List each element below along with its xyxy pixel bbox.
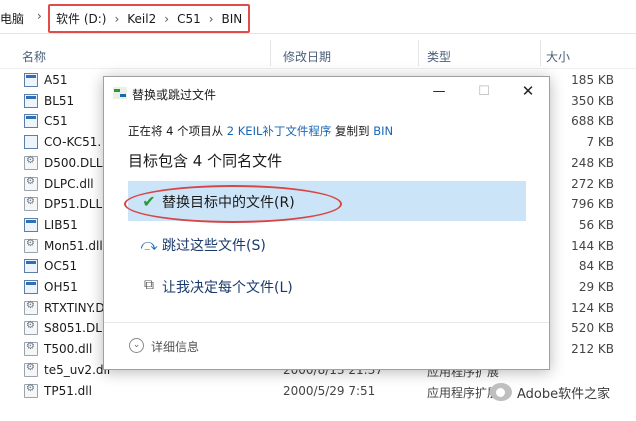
- application-icon: [24, 217, 38, 232]
- dll-file-icon: [24, 320, 38, 336]
- file-name: DP51.DLL: [44, 197, 103, 212]
- column-size[interactable]: 大小: [546, 48, 570, 65]
- file-size: 29 KB: [578, 280, 614, 294]
- file-name: S8051.DLL: [44, 321, 109, 336]
- file-name: CO-KC51.: [44, 135, 102, 150]
- wechat-logo-icon: [490, 383, 512, 401]
- decide-each-option[interactable]: ⧉ 让我决定每个文件(L): [128, 266, 526, 306]
- copy-info-mid: 复制到: [335, 124, 370, 138]
- breadcrumb-drive[interactable]: 软件 (D:): [56, 10, 106, 27]
- file-size: 7 KB: [586, 135, 614, 150]
- file-name: BL51: [44, 93, 75, 108]
- file-size: 350 KB: [571, 93, 614, 108]
- replace-or-skip-dialog: 替换或跳过文件 — ☐ ✕ 正在将 4 个项目从 2 KEIL补丁文件程序 复制…: [103, 76, 550, 370]
- checkmark-icon: ✔: [142, 192, 156, 211]
- column-date[interactable]: 修改日期: [283, 48, 331, 65]
- file-type: 应用程序扩展: [427, 385, 500, 400]
- maximize-icon[interactable]: ☐: [474, 84, 494, 99]
- compare-files-icon: ⧉: [144, 277, 154, 293]
- dll-file-icon: [24, 383, 38, 398]
- dialog-footer: ⌄ 详细信息: [104, 322, 549, 369]
- application-icon: [24, 280, 38, 294]
- file-size: 212 KB: [571, 342, 614, 357]
- skip-files-label: 跳过这些文件(S): [162, 238, 266, 254]
- file-name: D500.DLL: [44, 155, 103, 170]
- details-toggle[interactable]: 详细信息: [151, 338, 199, 355]
- minimize-icon[interactable]: —: [429, 84, 449, 99]
- copy-info-line: 正在将 4 个项目从 2 KEIL补丁文件程序 复制到 BIN: [128, 123, 393, 139]
- watermark-text: Adobe软件之家: [517, 386, 611, 402]
- column-divider[interactable]: [540, 40, 541, 66]
- file-size: 796 KB: [571, 197, 614, 212]
- watermark: Adobe软件之家: [490, 380, 610, 404]
- decide-each-label: 让我决定每个文件(L): [162, 280, 293, 296]
- address-bar[interactable]: 电脑 › 软件 (D:) › Keil2 › C51 › BIN: [0, 0, 636, 34]
- file-name: te5_uv2.dll: [44, 362, 111, 377]
- copy-info-prefix: 正在将 4 个项目从: [128, 124, 224, 138]
- application-icon: [24, 259, 38, 274]
- skip-files-option[interactable]: ⤼ 跳过这些文件(S): [128, 224, 526, 264]
- close-icon[interactable]: ✕: [518, 82, 538, 100]
- file-size: 688 KB: [571, 114, 614, 129]
- column-header: 名称 修改日期 类型 大小: [0, 34, 636, 69]
- dll-file-icon: [24, 341, 38, 357]
- column-divider[interactable]: [270, 40, 271, 66]
- replace-files-label: 替换目标中的文件(R): [162, 195, 295, 211]
- file-name: RTXTINY.D: [44, 300, 105, 315]
- chevron-down-icon[interactable]: ⌄: [129, 338, 144, 353]
- file-size: 144 KB: [571, 238, 614, 253]
- column-type[interactable]: 类型: [427, 48, 451, 65]
- replace-files-option[interactable]: ✔ 替换目标中的文件(R): [128, 181, 526, 221]
- dll-file-icon: [24, 176, 38, 191]
- file-name: TP51.dll: [44, 383, 92, 398]
- chevron-right-icon: ›: [164, 11, 170, 26]
- dll-file-icon: [24, 155, 38, 170]
- breadcrumb: 软件 (D:) › Keil2 › C51 › BIN: [48, 4, 251, 33]
- copy-progress-icon: [113, 87, 127, 99]
- this-pc-label[interactable]: 电脑: [0, 10, 24, 27]
- dialog-titlebar[interactable]: 替换或跳过文件 — ☐ ✕: [104, 77, 549, 109]
- file-name: DLPC.dll: [44, 176, 94, 191]
- dll-file-icon: [24, 196, 38, 212]
- breadcrumb-bin[interactable]: BIN: [222, 12, 243, 26]
- chevron-right-icon: ›: [208, 11, 214, 26]
- breadcrumb-c51[interactable]: C51: [177, 12, 201, 26]
- dll-file-icon: [24, 362, 38, 377]
- file-size: 84 KB: [578, 259, 614, 274]
- file-name: A51: [44, 73, 68, 87]
- application-icon: [24, 73, 38, 87]
- file-size: 520 KB: [571, 321, 614, 336]
- file-size: 124 KB: [571, 300, 614, 315]
- dll-file-icon: [24, 300, 38, 315]
- source-folder-link[interactable]: 2 KEIL补丁文件程序: [227, 124, 332, 138]
- file-size: 272 KB: [571, 176, 614, 191]
- file-name: OC51: [44, 259, 78, 274]
- file-size: 56 KB: [578, 217, 614, 232]
- chevron-right-icon: ›: [37, 9, 42, 23]
- dialog-heading: 目标包含 4 个同名文件: [128, 152, 283, 170]
- file-size: 185 KB: [571, 73, 614, 87]
- file-size: 248 KB: [571, 155, 614, 170]
- chevron-right-icon: ›: [114, 11, 120, 26]
- dialog-title: 替换或跳过文件: [132, 88, 217, 102]
- file-date: 2000/5/29 7:51: [283, 383, 376, 398]
- dll-file-icon: [24, 238, 38, 253]
- destination-folder-link[interactable]: BIN: [373, 124, 393, 138]
- application-icon: [24, 93, 38, 108]
- column-divider[interactable]: [418, 40, 419, 66]
- breadcrumb-keil2[interactable]: Keil2: [127, 12, 156, 26]
- file-icon: [24, 135, 38, 150]
- file-name: T500.dll: [44, 342, 93, 357]
- file-name: C51: [44, 114, 68, 129]
- file-name: Mon51.dll: [44, 238, 103, 253]
- file-name: OH51: [44, 280, 78, 294]
- file-name: LIB51: [44, 217, 78, 232]
- skip-arrow-icon: ⤼: [140, 235, 158, 254]
- column-name[interactable]: 名称: [22, 48, 46, 65]
- application-icon: [24, 114, 38, 129]
